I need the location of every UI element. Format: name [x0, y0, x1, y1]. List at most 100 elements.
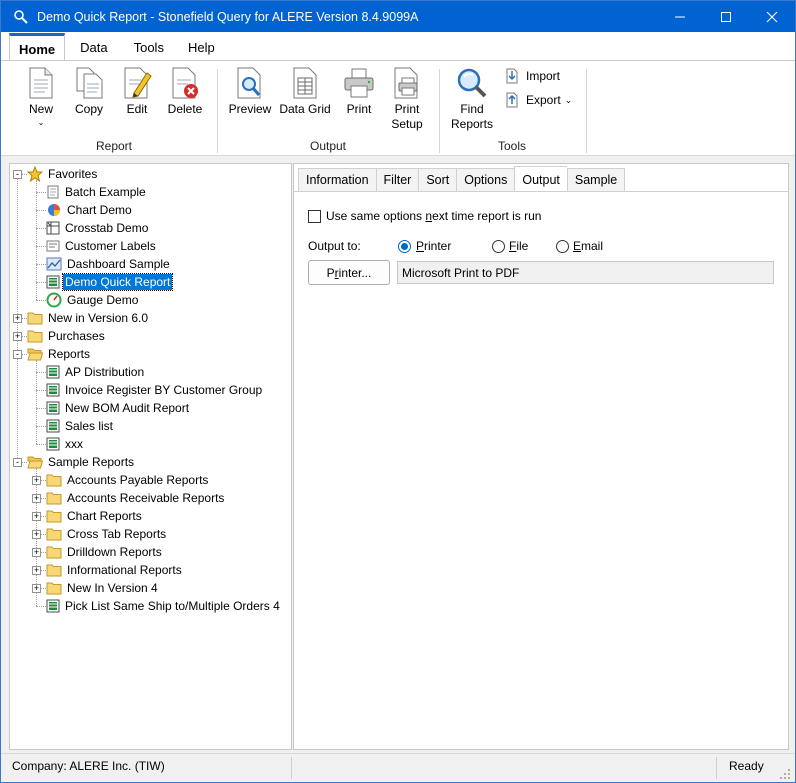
- print-button[interactable]: Print: [337, 67, 381, 117]
- folder-icon: [27, 330, 43, 343]
- print-setup-label-1: Print: [394, 102, 420, 116]
- tab-sample[interactable]: Sample: [566, 168, 626, 192]
- expand-icon[interactable]: +: [32, 494, 41, 503]
- labels-icon: [46, 240, 60, 252]
- tree-connector: [36, 372, 46, 373]
- import-button[interactable]: Import: [504, 68, 560, 84]
- folder-icon: [46, 582, 62, 595]
- tree-node-label: Gauge Demo: [67, 293, 139, 307]
- tree-node-fav-item[interactable]: Crosstab Demo: [46, 219, 150, 237]
- tab-data[interactable]: Data: [69, 34, 118, 61]
- copy-label: Copy: [74, 102, 103, 116]
- tree-node-report-item[interactable]: xxx: [46, 435, 85, 453]
- tree-node-sample-folder[interactable]: Chart Reports: [46, 507, 144, 525]
- tree-node-sample-reports[interactable]: Sample Reports: [27, 453, 136, 471]
- tree-node-label: Purchases: [48, 329, 105, 343]
- tree-node-fav-item[interactable]: Dashboard Sample: [46, 255, 172, 273]
- tree-node-fav-item[interactable]: Chart Demo: [46, 201, 134, 219]
- tab-sort[interactable]: Sort: [418, 168, 457, 192]
- printer-select-button[interactable]: Pr inter...: [308, 260, 390, 285]
- maximize-button[interactable]: [703, 1, 749, 32]
- output-group-label: Output: [309, 139, 347, 153]
- tree-node-favorites[interactable]: Favorites: [27, 165, 99, 183]
- expand-icon[interactable]: +: [13, 314, 22, 323]
- app-window: Demo Quick Report - Stonefield Query for…: [0, 0, 796, 783]
- printer-radio-label-a: P: [416, 239, 425, 253]
- collapse-icon[interactable]: -: [13, 350, 22, 359]
- email-radio[interactable]: [556, 239, 569, 253]
- tree-node-fav-item[interactable]: Demo Quick Report: [46, 273, 174, 291]
- folder-icon: [46, 474, 62, 487]
- tree-node-sample-folder[interactable]: New In Version 4: [46, 579, 160, 597]
- tab-help[interactable]: Help: [177, 34, 226, 61]
- tree-node-sample-folder[interactable]: Accounts Payable Reports: [46, 471, 210, 489]
- close-icon: [766, 11, 778, 22]
- dashboard-icon: [46, 257, 62, 271]
- file-radio[interactable]: [492, 239, 505, 253]
- find-reports-button[interactable]: Find Reports: [447, 67, 497, 132]
- expand-icon[interactable]: +: [32, 548, 41, 557]
- star-icon: [27, 166, 43, 182]
- tab-filter[interactable]: Filter: [375, 168, 419, 192]
- printer-radio-row[interactable]: Printer: [398, 239, 451, 253]
- tree-node-sample-folder[interactable]: Cross Tab Reports: [46, 525, 168, 543]
- expand-icon[interactable]: +: [32, 584, 41, 593]
- close-button[interactable]: [749, 1, 795, 32]
- report-tree[interactable]: - Favorites Batch Example Chart Demo Crossta…: [9, 163, 292, 750]
- expand-icon[interactable]: +: [13, 332, 22, 341]
- collapse-icon[interactable]: -: [13, 170, 22, 179]
- resize-grip-icon[interactable]: [779, 768, 791, 780]
- export-button[interactable]: Export ⌄: [504, 92, 572, 108]
- pie-chart-icon: [48, 204, 60, 216]
- tree-connector: [36, 210, 46, 211]
- tree-node-fav-item[interactable]: Customer Labels: [46, 237, 158, 255]
- same-options-checkbox-row[interactable]: Use same options next time report is run: [308, 209, 541, 223]
- tree-node-fav-item[interactable]: Batch Example: [46, 183, 148, 201]
- expand-icon[interactable]: +: [32, 512, 41, 521]
- tree-node-report-item[interactable]: Invoice Register BY Customer Group: [46, 381, 264, 399]
- print-setup-button[interactable]: Print Setup: [385, 67, 429, 132]
- email-radio-row[interactable]: Email: [556, 239, 603, 253]
- tree-node-reports[interactable]: Reports: [27, 345, 92, 363]
- new-button[interactable]: New ⌄: [19, 67, 63, 129]
- crosstab-icon: [46, 221, 60, 235]
- tree-node-report-item[interactable]: AP Distribution: [46, 363, 146, 381]
- tab-options[interactable]: Options: [456, 168, 515, 192]
- app-icon: [14, 9, 28, 24]
- tree-node-label: Dashboard Sample: [67, 257, 170, 271]
- tree-node-sample-report-item[interactable]: Pick List Same Ship to/Multiple Orders 4: [46, 597, 282, 615]
- tree-node-label: Batch Example: [65, 185, 146, 199]
- collapse-icon[interactable]: -: [13, 458, 22, 467]
- printer-radio[interactable]: [398, 239, 411, 253]
- tree-node-fav-item[interactable]: Gauge Demo: [46, 291, 140, 309]
- tab-output[interactable]: Output: [514, 166, 567, 192]
- delete-button[interactable]: Delete: [163, 67, 207, 117]
- tab-home[interactable]: Home: [9, 33, 66, 62]
- tab-tools[interactable]: Tools: [123, 34, 175, 61]
- preview-icon: [237, 67, 261, 99]
- expand-icon[interactable]: +: [32, 566, 41, 575]
- minimize-button[interactable]: [657, 1, 703, 32]
- gauge-icon: [46, 292, 62, 308]
- file-radio-label-b: ile: [516, 239, 529, 253]
- tree-node-sample-folder[interactable]: Informational Reports: [46, 561, 184, 579]
- folder-icon: [46, 564, 62, 577]
- tree-node-new-in-version-6[interactable]: New in Version 6.0: [27, 309, 150, 327]
- expand-icon[interactable]: +: [32, 530, 41, 539]
- tree-node-purchases[interactable]: Purchases: [27, 327, 107, 345]
- preview-button[interactable]: Preview: [225, 67, 275, 117]
- expand-icon[interactable]: +: [32, 476, 41, 485]
- edit-button[interactable]: Edit: [115, 67, 159, 117]
- tree-node-report-item[interactable]: Sales list: [46, 417, 115, 435]
- printer-name-field: Microsoft Print to PDF: [397, 261, 774, 284]
- same-options-checkbox[interactable]: [308, 209, 321, 223]
- tree-node-sample-folder[interactable]: Accounts Receivable Reports: [46, 489, 226, 507]
- tab-information[interactable]: Information: [298, 168, 376, 192]
- tree-node-sample-folder[interactable]: Drilldown Reports: [46, 543, 164, 561]
- report-details-pane: Information Filter Sort Options Output S…: [293, 163, 789, 750]
- tree-node-report-item[interactable]: New BOM Audit Report: [46, 399, 191, 417]
- tree-connector: [36, 282, 46, 283]
- data-grid-button[interactable]: Data Grid: [277, 67, 333, 117]
- file-radio-row[interactable]: File: [492, 239, 528, 253]
- copy-button[interactable]: Copy: [67, 67, 111, 117]
